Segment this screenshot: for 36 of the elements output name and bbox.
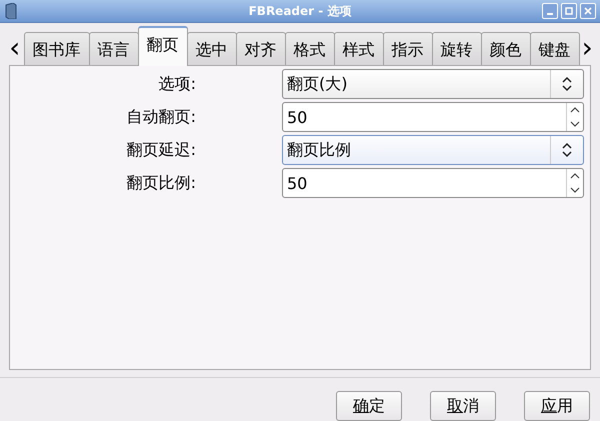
- dialog-button[interactable]: 应用: [524, 391, 590, 421]
- tab[interactable]: 语言: [88, 32, 138, 65]
- scroll-left-button[interactable]: ‹: [6, 34, 24, 60]
- dropdown[interactable]: 翻页(大): [282, 69, 584, 99]
- tab[interactable]: 对齐: [236, 32, 286, 65]
- tab[interactable]: 格式: [284, 32, 334, 65]
- maximize-icon: [564, 6, 574, 16]
- close-button[interactable]: [580, 3, 596, 19]
- chevron-up-icon: [570, 173, 580, 179]
- maximize-button[interactable]: [561, 3, 577, 19]
- minimize-button[interactable]: [542, 3, 558, 19]
- close-icon: [583, 6, 593, 16]
- chevron-down-icon: [570, 121, 580, 127]
- tab[interactable]: 图书库: [24, 32, 90, 65]
- field-label: 选项:: [158, 74, 197, 94]
- tab[interactable]: 键盘: [530, 32, 580, 65]
- field-label: 自动翻页:: [126, 106, 197, 128]
- tab[interactable]: 颜色: [480, 32, 530, 65]
- tab[interactable]: 翻页: [138, 26, 188, 66]
- dialog-button[interactable]: 确定: [336, 391, 402, 421]
- spin-field[interactable]: 50: [282, 168, 584, 198]
- scroll-right-button[interactable]: ›: [578, 34, 596, 60]
- dialog-button[interactable]: 取消: [430, 391, 496, 421]
- spin-field[interactable]: 50: [282, 102, 584, 132]
- window-title: FBReader - 选项: [248, 2, 352, 20]
- chevron-down-icon: [570, 187, 580, 193]
- field-label: 翻页延迟:: [126, 140, 197, 160]
- field-label: 翻页比例:: [126, 172, 197, 194]
- dropdown[interactable]: 翻页比例: [282, 135, 584, 165]
- tab[interactable]: 指示: [382, 32, 432, 65]
- tab[interactable]: 样式: [334, 32, 384, 65]
- minimize-icon: [547, 12, 553, 14]
- book-icon: [4, 3, 18, 19]
- chevron-up-icon: [570, 107, 580, 113]
- tab[interactable]: 选中: [186, 32, 236, 65]
- tab[interactable]: 旋转: [432, 32, 482, 65]
